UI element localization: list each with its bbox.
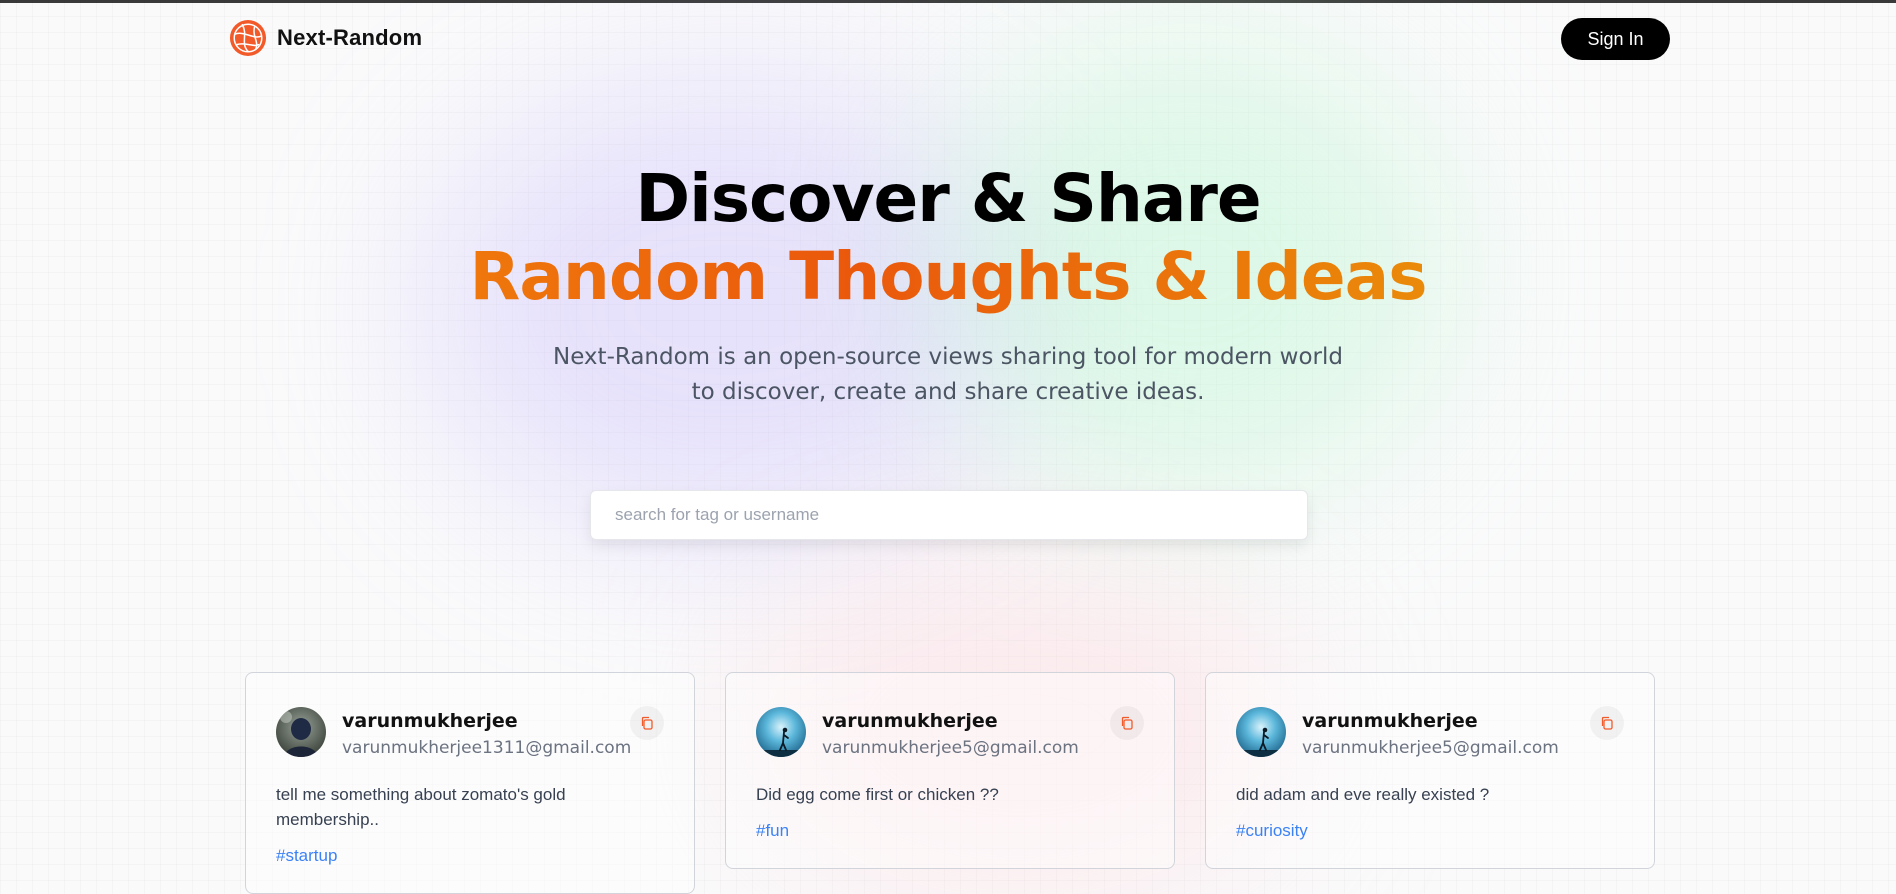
copy-button[interactable]: [1590, 706, 1624, 740]
prompt-card: varunmukherjee varunmukherjee5@gmail.com…: [725, 672, 1175, 869]
search-input[interactable]: [590, 490, 1308, 540]
copy-icon: [641, 716, 653, 730]
card-username: varunmukherjee: [1302, 710, 1478, 732]
page: Next-Random Sign In Discover & Share Ran…: [0, 0, 1896, 894]
card-email: varunmukherjee5@gmail.com: [822, 738, 1079, 758]
copy-icon: [1601, 716, 1613, 730]
card-tag[interactable]: #startup: [276, 846, 664, 866]
hero-section: Discover & Share Random Thoughts & Ideas…: [0, 160, 1896, 410]
card-username: varunmukherjee: [342, 710, 518, 732]
brand-link[interactable]: Next-Random: [229, 19, 422, 57]
card-prompt: tell me something about zomato's gold me…: [276, 785, 566, 829]
card-header[interactable]: varunmukherjee varunmukherjee5@gmail.com: [756, 707, 1144, 760]
card-email: varunmukherjee1311@gmail.com: [342, 738, 632, 758]
avatar[interactable]: [756, 707, 806, 757]
hero-subtitle: Next-Random is an open-source views shar…: [552, 344, 1343, 405]
prompt-card: varunmukherjee varunmukherjee1311@gmail.…: [245, 672, 695, 894]
card-tag[interactable]: #curiosity: [1236, 821, 1624, 841]
card-email: varunmukherjee5@gmail.com: [1302, 738, 1559, 758]
card-prompt: Did egg come first or chicken ??: [756, 785, 999, 804]
navbar: Next-Random Sign In: [229, 17, 1670, 61]
prompt-card: varunmukherjee varunmukherjee5@gmail.com…: [1205, 672, 1655, 869]
card-tag[interactable]: #fun: [756, 821, 1144, 841]
avatar[interactable]: [1236, 707, 1286, 757]
copy-button[interactable]: [1110, 706, 1144, 740]
avatar[interactable]: [276, 707, 326, 757]
brand-name: Next-Random: [277, 25, 423, 50]
card-header[interactable]: varunmukherjee varunmukherjee5@gmail.com: [1236, 707, 1624, 760]
globe-logo-icon: [229, 19, 267, 57]
card-header[interactable]: varunmukherjee varunmukherjee1311@gmail.…: [276, 707, 664, 760]
copy-icon: [1121, 716, 1133, 730]
copy-button[interactable]: [630, 706, 664, 740]
card-prompt: did adam and eve really existed ?: [1236, 785, 1490, 804]
hero-title-line2: Random Thoughts & Ideas: [0, 238, 1896, 316]
sign-in-button[interactable]: Sign In: [1561, 18, 1670, 60]
hero-title-line1: Discover & Share: [635, 160, 1261, 237]
card-username: varunmukherjee: [822, 710, 998, 732]
